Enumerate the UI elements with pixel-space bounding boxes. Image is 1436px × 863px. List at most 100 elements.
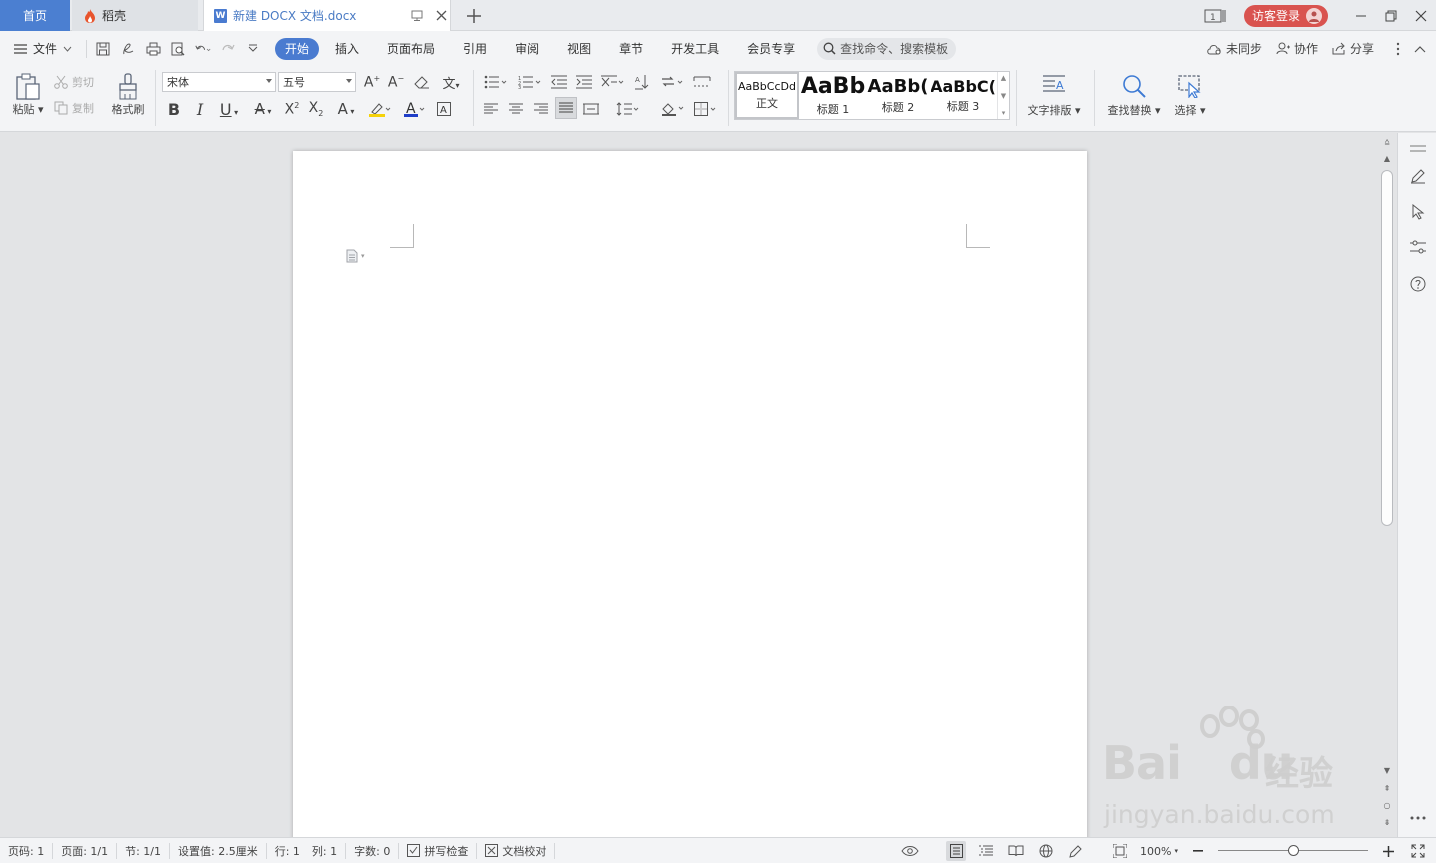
- text-direction-button[interactable]: [658, 73, 686, 91]
- increase-indent-button[interactable]: [575, 73, 593, 91]
- superscript-button[interactable]: X2: [282, 99, 302, 119]
- sort-button[interactable]: A: [634, 73, 652, 91]
- italic-button[interactable]: I: [190, 99, 210, 119]
- cut-button[interactable]: 剪切: [54, 73, 94, 91]
- web-view-button[interactable]: [1036, 841, 1056, 861]
- copy-button[interactable]: 复制: [54, 99, 94, 117]
- tab-home[interactable]: 首页: [0, 0, 70, 31]
- style-heading-1[interactable]: AaBb 标题 1: [801, 72, 865, 119]
- collapse-ribbon-button[interactable]: [1414, 45, 1426, 53]
- pointer-icon[interactable]: [1408, 202, 1428, 222]
- format-painter-button[interactable]: 格式刷: [106, 69, 150, 121]
- zoom-slider-knob[interactable]: [1287, 845, 1299, 856]
- prev-page-icon[interactable]: ⇞: [1382, 783, 1392, 793]
- restore-button[interactable]: [1376, 0, 1406, 31]
- zoom-slider[interactable]: [1218, 844, 1368, 858]
- decrease-indent-button[interactable]: [550, 73, 568, 91]
- document-page[interactable]: ▾: [293, 151, 1087, 851]
- status-page-number[interactable]: 页码: 1: [0, 842, 54, 859]
- guest-login-button[interactable]: 访客登录: [1243, 4, 1328, 27]
- bold-button[interactable]: B: [164, 99, 184, 119]
- phonetic-guide-button[interactable]: 文▾: [437, 73, 465, 92]
- chevron-up-icon[interactable]: ▲: [1001, 74, 1006, 82]
- align-left-button[interactable]: [482, 99, 500, 119]
- underline-button[interactable]: U ▾: [214, 99, 244, 119]
- status-row-col[interactable]: 行: 1 列: 1: [267, 842, 347, 859]
- next-page-icon[interactable]: ⇟: [1382, 817, 1392, 827]
- select-browse-object-icon[interactable]: ○: [1382, 800, 1392, 810]
- text-effect-button[interactable]: A ▾: [332, 99, 360, 119]
- panel-toggle-icon[interactable]: [1408, 139, 1428, 159]
- scroll-top-icon[interactable]: ⩠: [1382, 137, 1392, 147]
- styles-scroll[interactable]: ▲ ▼ ▾: [997, 72, 1009, 119]
- align-right-button[interactable]: [532, 99, 550, 119]
- status-word-count[interactable]: 字数: 0: [346, 842, 400, 859]
- save-icon[interactable]: [95, 41, 111, 57]
- expand-gallery-icon[interactable]: ▾: [1002, 109, 1006, 117]
- bullets-button[interactable]: [482, 73, 510, 91]
- zoom-in-button[interactable]: [1378, 841, 1398, 861]
- status-section[interactable]: 节: 1/1: [117, 842, 171, 859]
- tab-developer[interactable]: 开发工具: [659, 38, 731, 60]
- print-icon[interactable]: [145, 41, 161, 57]
- output-pdf-icon[interactable]: [120, 41, 136, 57]
- more-options-button[interactable]: [1396, 42, 1400, 56]
- clear-format-button[interactable]: [413, 73, 431, 91]
- tab-section[interactable]: 章节: [607, 38, 655, 60]
- page-view-button[interactable]: [946, 841, 967, 861]
- tab-document[interactable]: W 新建 DOCX 文档.docx: [203, 0, 451, 31]
- close-tab-icon[interactable]: [432, 7, 450, 25]
- strikethrough-button[interactable]: A ▾: [248, 99, 278, 119]
- shrink-font-button[interactable]: A−: [387, 73, 405, 91]
- customize-toolbar-icon[interactable]: [245, 41, 261, 57]
- share-button[interactable]: 分享: [1332, 40, 1374, 57]
- font-color-button[interactable]: A: [400, 99, 428, 119]
- more-horizontal-icon[interactable]: [1408, 808, 1428, 828]
- select-button[interactable]: 选择 ▾: [1170, 71, 1210, 121]
- scroll-up-arrow[interactable]: ▲: [1382, 153, 1392, 163]
- tab-view[interactable]: 视图: [555, 38, 603, 60]
- undo-icon[interactable]: [195, 41, 211, 57]
- tab-insert[interactable]: 插入: [323, 38, 371, 60]
- file-menu-button[interactable]: 文件: [0, 40, 86, 57]
- help-icon[interactable]: [1408, 274, 1428, 294]
- zoom-level-dropdown[interactable]: 100% ▾: [1140, 845, 1178, 858]
- numbering-button[interactable]: 123: [516, 73, 544, 91]
- chevron-down-icon[interactable]: ▼: [1001, 92, 1006, 100]
- pen-edit-icon[interactable]: [1408, 166, 1428, 186]
- spell-check-button[interactable]: 拼写检查: [399, 842, 478, 859]
- chinese-layout-button[interactable]: [599, 73, 627, 91]
- settings-sliders-icon[interactable]: [1408, 237, 1428, 257]
- align-center-button[interactable]: [507, 99, 525, 119]
- style-heading-2[interactable]: AaBb( 标题 2: [867, 72, 929, 119]
- write-mode-button[interactable]: [1066, 841, 1086, 861]
- reading-view-button[interactable]: [1006, 841, 1026, 861]
- font-size-select[interactable]: 五号: [278, 72, 356, 92]
- distributed-button[interactable]: [582, 99, 600, 119]
- borders-button[interactable]: [692, 99, 720, 119]
- paste-button[interactable]: 粘贴 ▾: [8, 69, 48, 121]
- scroll-down-arrow[interactable]: ▼: [1382, 765, 1392, 775]
- tab-daoke[interactable]: 稻壳: [72, 0, 198, 31]
- tab-home-ribbon[interactable]: 开始: [275, 37, 320, 60]
- paragraph-layout-marker[interactable]: ▾: [346, 249, 365, 263]
- font-name-select[interactable]: 宋体: [162, 72, 276, 92]
- fullscreen-button[interactable]: [1408, 841, 1428, 861]
- shading-button[interactable]: [659, 99, 687, 119]
- tab-references[interactable]: 引用: [451, 38, 499, 60]
- new-tab-button[interactable]: [463, 5, 485, 27]
- style-normal[interactable]: AaBbCcDd 正文: [735, 72, 799, 119]
- pin-window-icon[interactable]: [408, 7, 426, 25]
- eye-protection-button[interactable]: [900, 841, 920, 861]
- sync-button[interactable]: 未同步: [1206, 40, 1262, 57]
- zoom-out-button[interactable]: [1188, 841, 1208, 861]
- close-window-button[interactable]: [1406, 0, 1436, 31]
- highlight-button[interactable]: [366, 99, 394, 119]
- command-search-input[interactable]: 查找命令、搜索模板: [817, 37, 957, 60]
- print-preview-icon[interactable]: [170, 41, 186, 57]
- outline-view-button[interactable]: [976, 841, 996, 861]
- subscript-button[interactable]: X2: [306, 99, 326, 119]
- line-spacing-button[interactable]: [614, 99, 642, 119]
- grow-font-button[interactable]: A+: [363, 73, 381, 91]
- tab-review[interactable]: 审阅: [503, 38, 551, 60]
